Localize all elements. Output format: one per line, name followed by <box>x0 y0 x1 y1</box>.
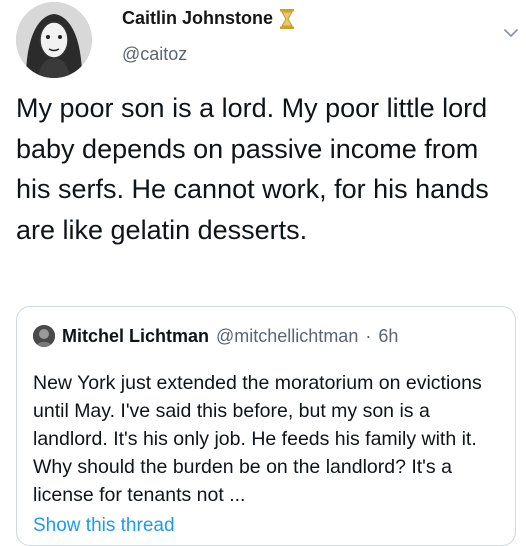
quoted-author-handle: @mitchellichtman <box>216 325 359 346</box>
quoted-tweet-text: New York just extended the moratorium on… <box>33 372 482 506</box>
author-name-row: Caitlin Johnstone <box>122 8 295 29</box>
quoted-separator: · <box>365 325 372 346</box>
quoted-tweet-card[interactable]: Mitchel Lichtman @mitchellichtman · 6h N… <box>16 306 516 546</box>
tweet-text: My poor son is a lord. My poor little lo… <box>16 93 489 245</box>
chevron-down-icon[interactable] <box>502 24 520 42</box>
hourglass-icon <box>279 8 295 29</box>
quoted-author-name: Mitchel Lichtman <box>62 325 210 346</box>
quoted-tweet-header: Mitchel Lichtman @mitchellichtman · 6h <box>33 325 398 347</box>
author-handle[interactable]: @caitoz <box>122 44 187 65</box>
tweet-author-avatar[interactable] <box>16 2 92 78</box>
quoted-timestamp: 6h <box>378 325 399 346</box>
quoted-author-avatar <box>33 325 55 347</box>
show-thread-link[interactable]: Show this thread <box>33 515 175 537</box>
author-display-name[interactable]: Caitlin Johnstone <box>122 8 273 29</box>
